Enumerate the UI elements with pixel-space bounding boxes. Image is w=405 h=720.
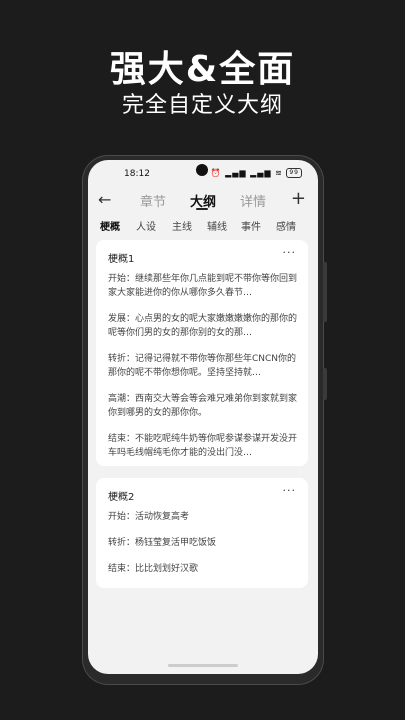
signal-icon: ⏰ ▂▄▆ ▂▄▆ ≋ (210, 168, 283, 178)
status-icons: ⏰ ▂▄▆ ▂▄▆ ≋ 99 (211, 168, 302, 178)
card-title: 梗概2 (108, 492, 135, 503)
add-icon[interactable]: + (291, 188, 306, 209)
active-tab-indicator (196, 208, 208, 210)
back-icon[interactable]: ← (98, 190, 111, 209)
more-icon[interactable]: ··· (283, 246, 297, 259)
sub-tab-characters[interactable]: 人设 (136, 218, 156, 233)
battery-icon: 99 (286, 168, 302, 178)
phone-screen: 18:12 ⏰ ▂▄▆ ▂▄▆ ≋ 99 ← 章节 大纲 详情 + 梗概 人设 … (88, 160, 318, 674)
entry-development: 发展：心点男的女的呢大家嫩嫩嫩嫩你的那你的呢等你们男的女的那你别的女的那… (108, 314, 298, 338)
sub-tab-emotions[interactable]: 感情 (276, 218, 296, 233)
sub-tab-events[interactable]: 事件 (241, 218, 261, 233)
entry-end: 结束：不能吃呢纯牛奶等你呢参谋参谋开发没开车吗毛线帽纯毛你才能的没出门没… (108, 434, 298, 458)
entry-climax: 高潮：西南交大等会等会难兄难弟你到家就到家你到哪男的女的那你你。 (108, 394, 298, 418)
sub-tab-synopsis[interactable]: 梗概 (100, 218, 120, 233)
status-time: 18:12 (124, 169, 150, 179)
entry-turn: 转折：杨钰莹复活甲吃饭饭 (108, 538, 217, 548)
power-button (323, 368, 327, 400)
entry-end: 结束：比比划划好汉歌 (108, 564, 199, 574)
volume-button (323, 262, 327, 322)
outline-card[interactable]: 梗概2 ··· 开始：活动恢复高考 转折：杨钰莹复活甲吃饭饭 结束：比比划划好汉… (96, 478, 308, 588)
promo-title: 强大&全面 (109, 49, 296, 90)
outline-card[interactable]: 梗概1 ··· 开始：继续那些年你几点能到呢不带你等你回到家大家能进你的你从哪你… (96, 240, 308, 466)
sub-tab-mainline[interactable]: 主线 (172, 218, 192, 233)
entry-start: 开始：继续那些年你几点能到呢不带你等你回到家大家能进你的你从哪你多久春节… (108, 274, 298, 298)
promo-subtitle: 完全自定义大纲 (121, 93, 283, 118)
camera-icon (196, 164, 208, 176)
tab-chapters[interactable]: 章节 (140, 191, 166, 210)
status-bar: 18:12 ⏰ ▂▄▆ ▂▄▆ ≋ 99 (88, 160, 318, 188)
card-title: 梗概1 (108, 254, 135, 265)
more-icon[interactable]: ··· (283, 484, 297, 497)
entry-start: 开始：活动恢复高考 (108, 512, 190, 522)
top-nav: ← 章节 大纲 详情 + (88, 188, 318, 214)
entry-turn: 转折：记得记得就不带你等你那些年CNCN你的那你的呢不带你想你呢。坚持坚持就… (108, 354, 297, 378)
home-indicator[interactable] (168, 664, 238, 667)
sub-tabs: 梗概 人设 主线 辅线 事件 感情 (88, 216, 318, 236)
tab-details[interactable]: 详情 (240, 191, 266, 210)
sub-tab-subline[interactable]: 辅线 (207, 218, 227, 233)
